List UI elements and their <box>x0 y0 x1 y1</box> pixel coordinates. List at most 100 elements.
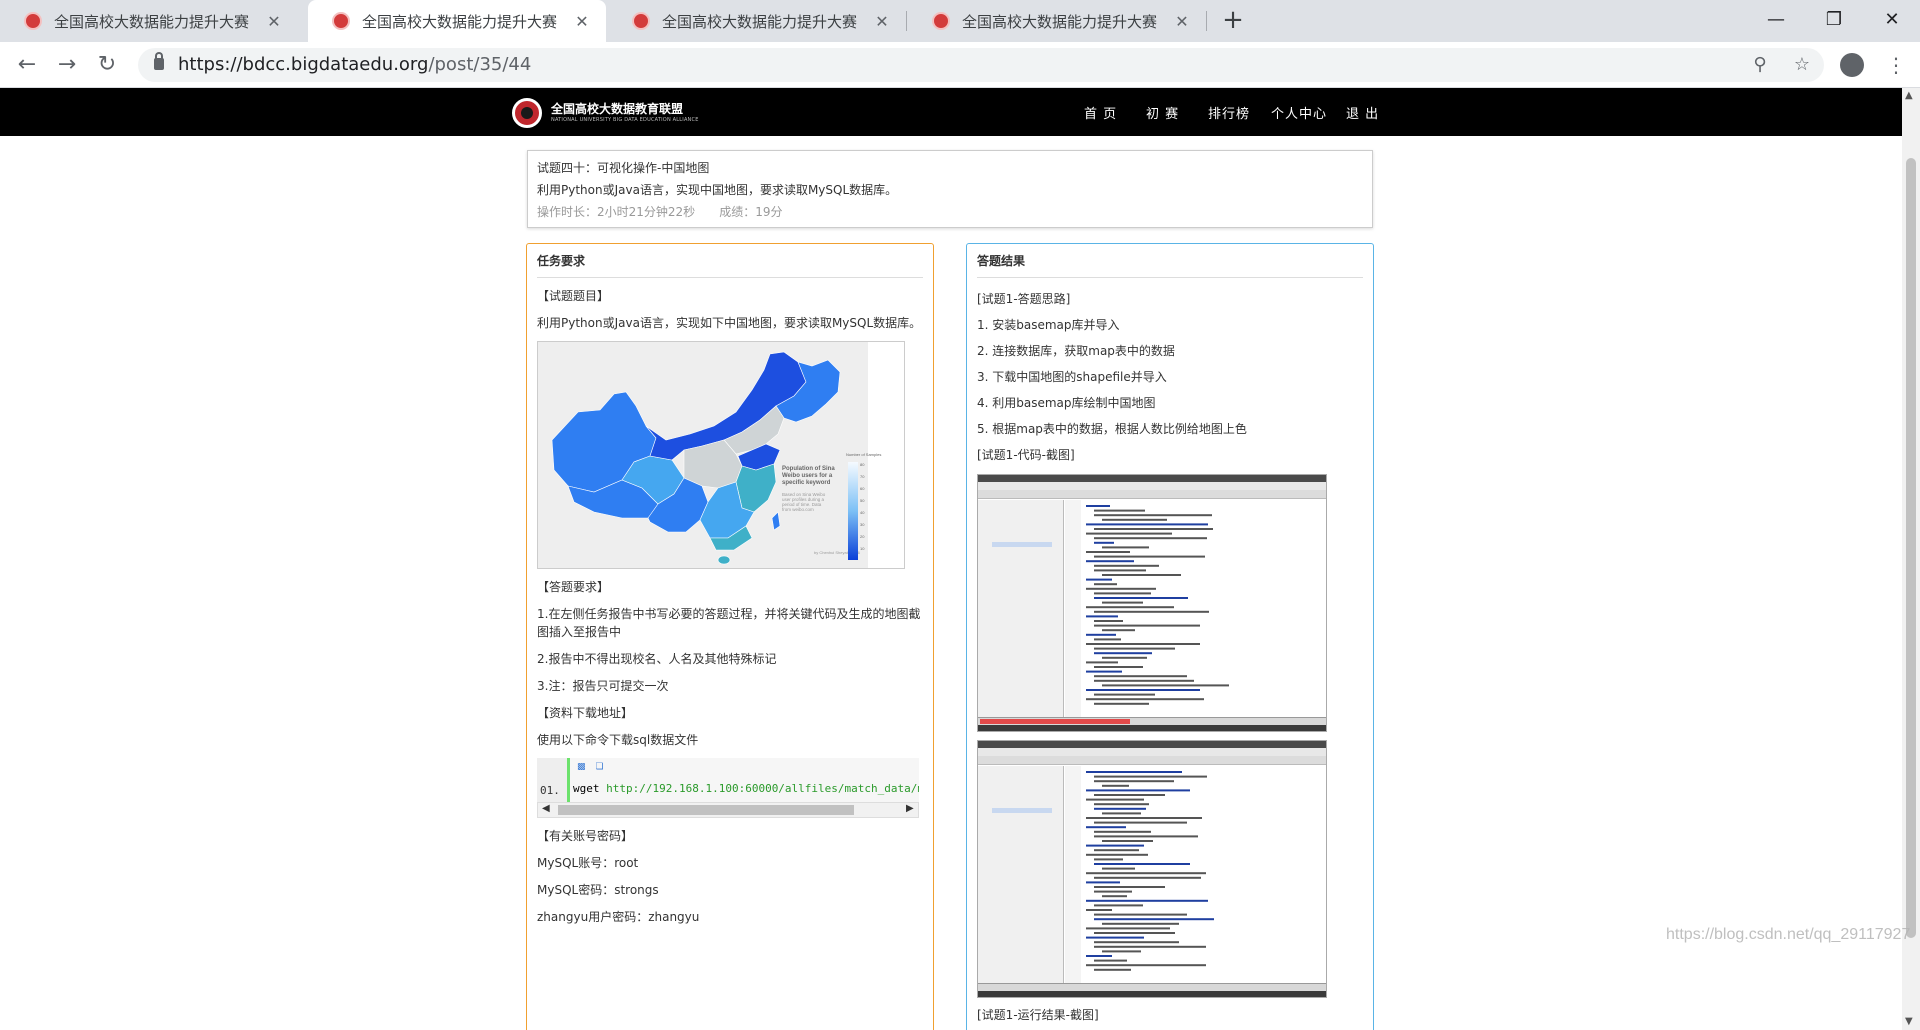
forward-arrow-icon[interactable]: → <box>52 50 82 80</box>
code-gutter-bar <box>567 758 570 802</box>
nav-home[interactable]: 首 页 <box>1084 103 1117 122</box>
code-line-mark <box>1094 647 1175 650</box>
nav-leaderboard[interactable]: 排行榜 <box>1208 103 1250 122</box>
code-line-mark <box>1086 505 1110 507</box>
step-5: 5. 根据map表中的数据，根据人数比例给地图上色 <box>977 422 1247 436</box>
scroll-right-arrow-icon[interactable]: ▶ <box>906 803 914 814</box>
code-line-mark <box>1086 853 1148 856</box>
browser-tab-1[interactable]: 全国高校大数据能力提升大赛 ✕ <box>0 0 298 42</box>
back-arrow-icon[interactable]: ← <box>12 50 42 80</box>
code-line-mark <box>1094 904 1143 907</box>
result-card-header: 答题结果 <box>977 244 1363 278</box>
scroll-down-arrow-icon[interactable]: ▼ <box>1905 1016 1913 1027</box>
bookmark-star-icon[interactable]: ☆ <box>1790 53 1814 77</box>
code-line[interactable]: wget http://192.168.1.100:60000/allfiles… <box>573 782 919 795</box>
close-tab-icon[interactable]: ✕ <box>872 12 892 31</box>
score: 成绩：19分 <box>719 205 783 219</box>
code-line-mark <box>1094 675 1187 678</box>
code-line-mark <box>1086 844 1144 847</box>
code-line-mark <box>1094 620 1123 622</box>
restore-window-icon[interactable]: ❐ <box>1814 4 1854 36</box>
tab-title: 全国高校大数据能力提升大赛 <box>962 12 1158 31</box>
requirement-1: 1.在左侧任务报告中书写必要的答题过程，并将关键代码及生成的地图截图插入至报告中 <box>537 607 921 639</box>
browser-tab-4[interactable]: 全国高校大数据能力提升大赛 ✕ <box>908 0 1206 42</box>
question-title: 试题四十：可视化操作-中国地图 <box>537 161 710 175</box>
code-line-mark <box>1086 909 1112 911</box>
code-line-mark <box>1094 509 1145 512</box>
code-line-mark <box>1094 569 1146 572</box>
address-bar[interactable]: https://bdcc.bigdataedu.org/post/35/44 ⚲… <box>138 48 1824 82</box>
code-url: http://192.168.1.100:60000/allfiles/matc… <box>606 782 919 795</box>
code-line-mark <box>1102 840 1153 842</box>
site-favicon-icon <box>932 12 950 30</box>
page-scroll-thumb[interactable] <box>1906 158 1916 938</box>
code-line-mark <box>1086 560 1134 563</box>
browser-toolbar: ← → ↻ https://bdcc.bigdataedu.org/post/3… <box>0 42 1920 88</box>
site-favicon-icon <box>632 12 650 30</box>
code-command: wget <box>573 782 607 795</box>
code-line-mark <box>1102 784 1129 787</box>
code-line-mark <box>1094 564 1159 567</box>
code-line-mark <box>1086 789 1190 792</box>
browser-tab-3[interactable]: 全国高校大数据能力提升大赛 ✕ <box>608 0 906 42</box>
account-mysql-user: MySQL账号：root <box>537 856 639 870</box>
new-tab-plus-icon[interactable]: + <box>1218 6 1248 36</box>
zoom-magnifier-icon[interactable]: ⚲ <box>1748 53 1772 77</box>
nav-personal-center[interactable]: 个人中心 <box>1271 103 1327 122</box>
copy-code-icon[interactable]: ❏ <box>596 762 614 772</box>
code-line-mark <box>1094 858 1123 861</box>
colorbar-tick-label: 40 <box>860 510 865 515</box>
task-requirements-card: 任务要求 【试题题目】 利用Python或Java语言，实现如下中国地图，要求读… <box>526 243 934 1030</box>
code-scroll-thumb[interactable] <box>558 805 854 815</box>
reload-icon[interactable]: ↻ <box>92 50 122 80</box>
nav-logout[interactable]: 退 出 <box>1346 103 1379 122</box>
close-tab-icon[interactable]: ✕ <box>1172 12 1192 31</box>
code-line-mark <box>1086 881 1120 884</box>
view-source-icon[interactable]: ▩ <box>577 762 596 772</box>
nav-preliminary[interactable]: 初 赛 <box>1146 103 1179 122</box>
browser-tab-2[interactable]: 全国高校大数据能力提升大赛 ✕ <box>308 0 606 42</box>
code-line-mark <box>1094 863 1190 865</box>
question-description: 利用Python或Java语言，实现中国地图，要求读取MySQL数据库。 <box>537 183 898 197</box>
alliance-logo-icon[interactable] <box>512 98 542 128</box>
minimize-window-icon[interactable]: — <box>1756 4 1796 36</box>
question-meta: 操作时长：2小时21分钟22秒 成绩：19分 <box>537 201 1363 223</box>
url-text[interactable]: https://bdcc.bigdataedu.org/post/35/44 <box>178 54 531 75</box>
code-line-mark <box>1086 798 1144 801</box>
close-tab-icon[interactable]: ✕ <box>572 12 592 31</box>
code-line-mark <box>1094 666 1143 668</box>
close-tab-icon[interactable]: ✕ <box>264 12 284 31</box>
region-hainan <box>717 555 731 565</box>
scroll-up-arrow-icon[interactable]: ▲ <box>1905 90 1913 101</box>
code-line-mark <box>1094 959 1127 962</box>
code-line-mark <box>1094 803 1149 806</box>
browser-menu-icon[interactable]: ⋮ <box>1886 50 1906 80</box>
scroll-left-arrow-icon[interactable]: ◀ <box>542 803 550 814</box>
code-line-mark <box>1094 913 1187 916</box>
tab-separator <box>906 11 907 31</box>
code-line-mark <box>1094 780 1174 783</box>
code-line-mark <box>1086 817 1202 819</box>
colorbar-tick-label: 30 <box>860 522 865 527</box>
code-line-mark <box>1094 941 1179 944</box>
page-scrollbar[interactable]: ▲ ▼ <box>1902 88 1920 1030</box>
topic-label: 【试题题目】 <box>537 289 610 303</box>
site-favicon-icon <box>24 12 42 30</box>
profile-avatar-icon[interactable] <box>1840 53 1864 77</box>
idea-label: [试题1-答题思路] <box>977 292 1071 306</box>
code-lines-graphic <box>1086 505 1229 705</box>
code-line-mark <box>1102 601 1143 604</box>
task-card-header: 任务要求 <box>537 244 923 278</box>
close-window-icon[interactable]: ✕ <box>1872 4 1912 36</box>
logo-title[interactable]: 全国高校大数据教育联盟 <box>551 100 683 117</box>
code-line-mark <box>1094 610 1209 613</box>
account-mysql-password: MySQL密码：strongs <box>537 883 659 897</box>
code-line-mark <box>1094 583 1117 586</box>
code-line-mark <box>1094 821 1187 824</box>
code-line-mark <box>1094 528 1213 530</box>
code-line-mark <box>1086 615 1118 618</box>
code-horizontal-scrollbar[interactable]: ◀ ▶ <box>537 802 919 818</box>
topic-text: 利用Python或Java语言，实现如下中国地图，要求读取MySQL数据库。 <box>537 316 922 330</box>
code-line-mark <box>1086 643 1200 645</box>
code-line-mark <box>1094 592 1151 595</box>
